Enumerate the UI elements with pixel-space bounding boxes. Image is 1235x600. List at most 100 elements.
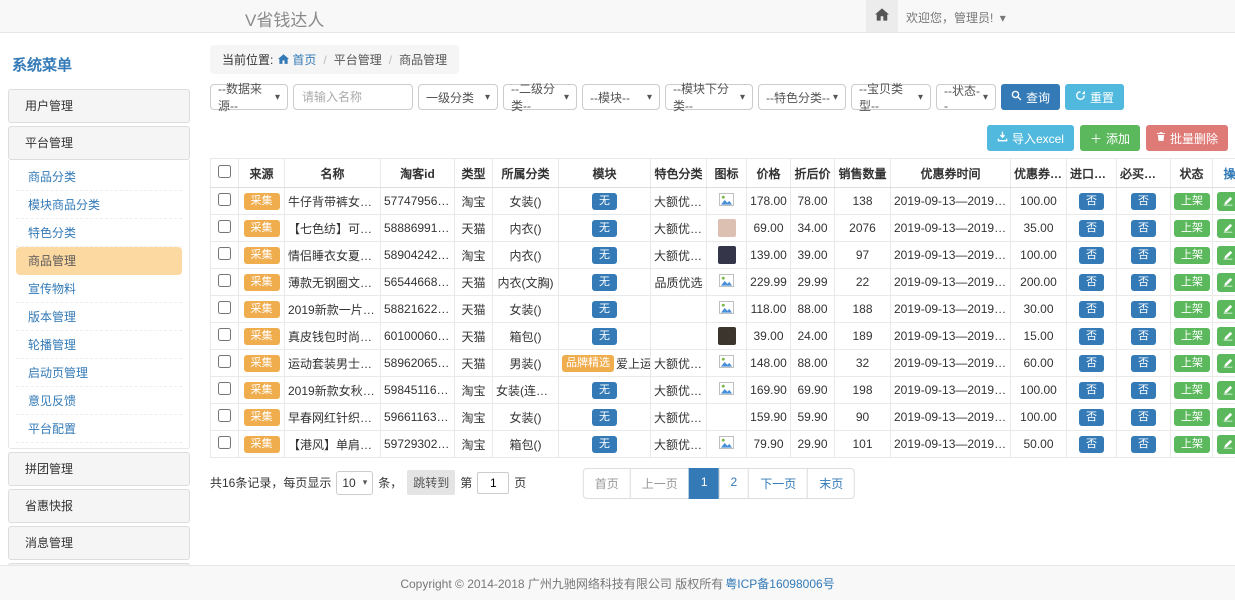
refresh-icon: [1075, 90, 1086, 104]
edit-button[interactable]: [1217, 246, 1235, 265]
filter-select-8[interactable]: --状态--▾: [936, 84, 996, 110]
import-toggle-badge[interactable]: 否: [1079, 436, 1104, 453]
row-checkbox[interactable]: [218, 193, 231, 206]
status-badge[interactable]: 上架: [1174, 301, 1210, 318]
batch-delete-button[interactable]: 批量删除: [1146, 125, 1228, 151]
pager-button-4[interactable]: 下一页: [748, 468, 808, 499]
row-checkbox[interactable]: [218, 436, 231, 449]
sidebar-subitem-8[interactable]: 意见反馈: [16, 387, 182, 415]
edit-button[interactable]: [1217, 354, 1235, 373]
import-toggle-badge[interactable]: 否: [1079, 274, 1104, 291]
search-button[interactable]: 查询: [1001, 84, 1060, 110]
import-toggle-badge[interactable]: 否: [1079, 328, 1104, 345]
filter-select-6[interactable]: --特色分类--▾: [758, 84, 846, 110]
sidebar-subitem-4[interactable]: 宣传物料: [16, 275, 182, 303]
row-checkbox[interactable]: [218, 274, 231, 287]
sidebar-subitem-2[interactable]: 特色分类: [16, 219, 182, 247]
sidebar-group-3[interactable]: 省惠快报: [8, 489, 190, 523]
edit-button[interactable]: [1217, 408, 1235, 427]
sidebar-subitem-1[interactable]: 模块商品分类: [16, 191, 182, 219]
import-toggle-badge[interactable]: 否: [1079, 409, 1104, 426]
status-badge[interactable]: 上架: [1174, 382, 1210, 399]
edit-button[interactable]: [1217, 327, 1235, 346]
sidebar-subitem-7[interactable]: 启动页管理: [16, 359, 182, 387]
filter-select-7[interactable]: --宝贝类型--▾: [851, 84, 931, 110]
mustbuy-toggle-badge[interactable]: 否: [1131, 436, 1156, 453]
edit-button[interactable]: [1217, 192, 1235, 211]
sidebar-subitem-0[interactable]: 商品分类: [16, 163, 182, 191]
row-checkbox[interactable]: [218, 382, 231, 395]
select-all-checkbox[interactable]: [218, 165, 231, 178]
sidebar-subitem-3[interactable]: 商品管理: [16, 247, 182, 275]
page-size-select[interactable]: 10 ▾: [336, 471, 373, 495]
cell-taoke-id: 601000601341: [381, 323, 455, 350]
status-badge[interactable]: 上架: [1174, 193, 1210, 210]
name-search-input[interactable]: [293, 84, 413, 110]
pager-button-5[interactable]: 末页: [807, 468, 855, 499]
mustbuy-toggle-badge[interactable]: 否: [1131, 274, 1156, 291]
breadcrumb-home-link[interactable]: 首页: [278, 51, 316, 68]
filter-select-3[interactable]: --二级分类--▾: [503, 84, 577, 110]
reset-button[interactable]: 重置: [1065, 84, 1124, 110]
status-badge[interactable]: 上架: [1174, 355, 1210, 372]
sidebar-subitem-9[interactable]: 平台配置: [16, 415, 182, 443]
import-toggle-badge[interactable]: 否: [1079, 247, 1104, 264]
row-checkbox[interactable]: [218, 409, 231, 422]
import-toggle-badge[interactable]: 否: [1079, 382, 1104, 399]
status-badge[interactable]: 上架: [1174, 220, 1210, 237]
status-badge[interactable]: 上架: [1174, 274, 1210, 291]
edit-button[interactable]: [1217, 273, 1235, 292]
mustbuy-toggle-badge[interactable]: 否: [1131, 193, 1156, 210]
sidebar-group-0[interactable]: 用户管理: [8, 89, 190, 123]
sidebar-subitem-5[interactable]: 版本管理: [16, 303, 182, 331]
filter-select-5[interactable]: --模块下分类--▾: [665, 84, 753, 110]
edit-button[interactable]: [1217, 300, 1235, 319]
sidebar-subitem-6[interactable]: 轮播管理: [16, 331, 182, 359]
pager-button-1[interactable]: 上一页: [630, 468, 690, 499]
pager-button-0[interactable]: 首页: [583, 468, 631, 499]
cell-taoke-id: 597293020870: [381, 431, 455, 458]
column-header-14: 进口优选: [1067, 159, 1117, 188]
user-menu[interactable]: 欢迎您，管理员! ▾: [906, 9, 1006, 26]
mustbuy-toggle-badge[interactable]: 否: [1131, 328, 1156, 345]
filter-select-2[interactable]: 一级分类▾: [418, 84, 498, 110]
icp-link[interactable]: 粤ICP备16098006号: [725, 575, 834, 592]
pager-button-3[interactable]: 2: [719, 468, 750, 499]
filter-select-4[interactable]: --模块--▾: [582, 84, 660, 110]
import-excel-button[interactable]: 导入excel: [987, 125, 1074, 151]
import-toggle-badge[interactable]: 否: [1079, 355, 1104, 372]
row-checkbox[interactable]: [218, 220, 231, 233]
row-checkbox[interactable]: [218, 328, 231, 341]
cell-status: 上架: [1171, 269, 1213, 296]
import-toggle-badge[interactable]: 否: [1079, 301, 1104, 318]
row-checkbox[interactable]: [218, 301, 231, 314]
cell-checkbox: [211, 296, 239, 323]
module-none-badge: 无: [592, 274, 617, 291]
edit-button[interactable]: [1217, 435, 1235, 454]
edit-button[interactable]: [1217, 381, 1235, 400]
pager-button-2[interactable]: 1: [689, 468, 720, 499]
status-badge[interactable]: 上架: [1174, 328, 1210, 345]
status-badge[interactable]: 上架: [1174, 247, 1210, 264]
status-badge[interactable]: 上架: [1174, 409, 1210, 426]
mustbuy-toggle-badge[interactable]: 否: [1131, 409, 1156, 426]
row-checkbox[interactable]: [218, 247, 231, 260]
import-toggle-badge[interactable]: 否: [1079, 193, 1104, 210]
edit-button[interactable]: [1217, 219, 1235, 238]
mustbuy-toggle-badge[interactable]: 否: [1131, 301, 1156, 318]
mustbuy-toggle-badge[interactable]: 否: [1131, 247, 1156, 264]
mustbuy-toggle-badge[interactable]: 否: [1131, 220, 1156, 237]
sidebar-group-4[interactable]: 消息管理: [8, 526, 190, 560]
cell-price: 79.90: [747, 431, 791, 458]
import-toggle-badge[interactable]: 否: [1079, 220, 1104, 237]
home-button[interactable]: [866, 0, 898, 32]
sidebar-group-2[interactable]: 拼团管理: [8, 452, 190, 486]
add-button[interactable]: ＋ 添加: [1080, 125, 1140, 151]
row-checkbox[interactable]: [218, 355, 231, 368]
sidebar-group-1[interactable]: 平台管理: [8, 126, 190, 160]
mustbuy-toggle-badge[interactable]: 否: [1131, 382, 1156, 399]
filter-select-0[interactable]: --数据来源--▾: [210, 84, 288, 110]
page-jump-input[interactable]: [477, 472, 509, 494]
status-badge[interactable]: 上架: [1174, 436, 1210, 453]
mustbuy-toggle-badge[interactable]: 否: [1131, 355, 1156, 372]
